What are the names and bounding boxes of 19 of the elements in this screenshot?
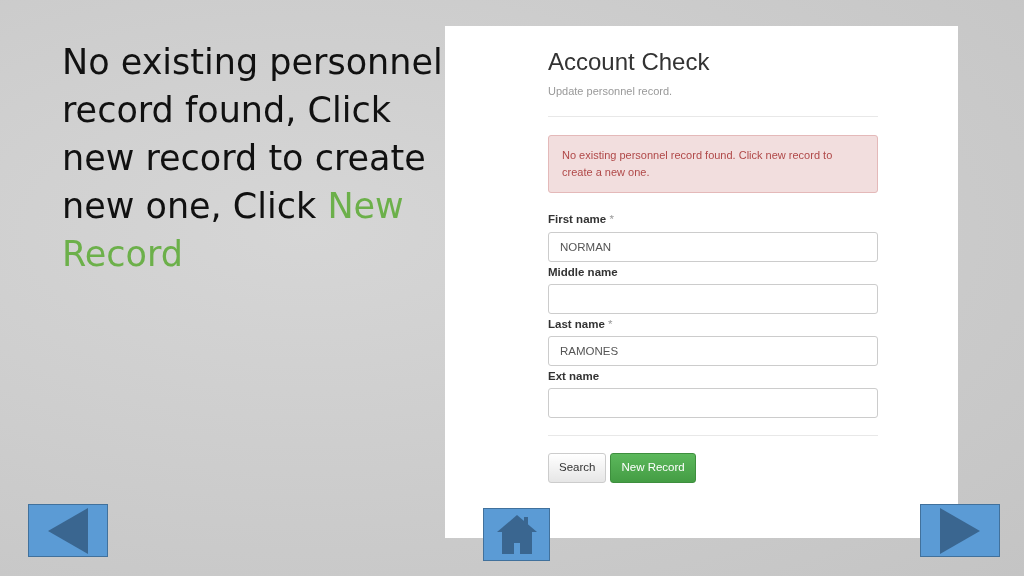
form-title: Account Check [548,48,711,77]
back-button[interactable] [28,504,108,557]
form-subtitle: Update personnel record. [548,83,674,99]
left-triangle-icon [48,507,88,554]
right-triangle-icon [940,507,980,554]
home-icon [496,515,537,554]
form-button[interactable]: Search [548,453,607,484]
input-field[interactable]: NORMAN [548,231,878,262]
alert-message: No existing personnel record found. Click new record to create a new one. [548,135,878,194]
field-label: Middle name [548,264,619,280]
instruction-text: No existing personnel record found, Click new record to create new one, Click New Record [62,41,444,276]
input-field[interactable]: RAMONES [548,336,878,367]
home-button[interactable] [483,508,550,561]
input-field[interactable] [548,388,878,419]
field-label: Last name * [548,316,614,332]
next-button[interactable] [920,504,1000,557]
input-field[interactable] [548,283,878,314]
field-label: First name * [548,212,615,228]
field-label: Ext name [548,369,601,385]
